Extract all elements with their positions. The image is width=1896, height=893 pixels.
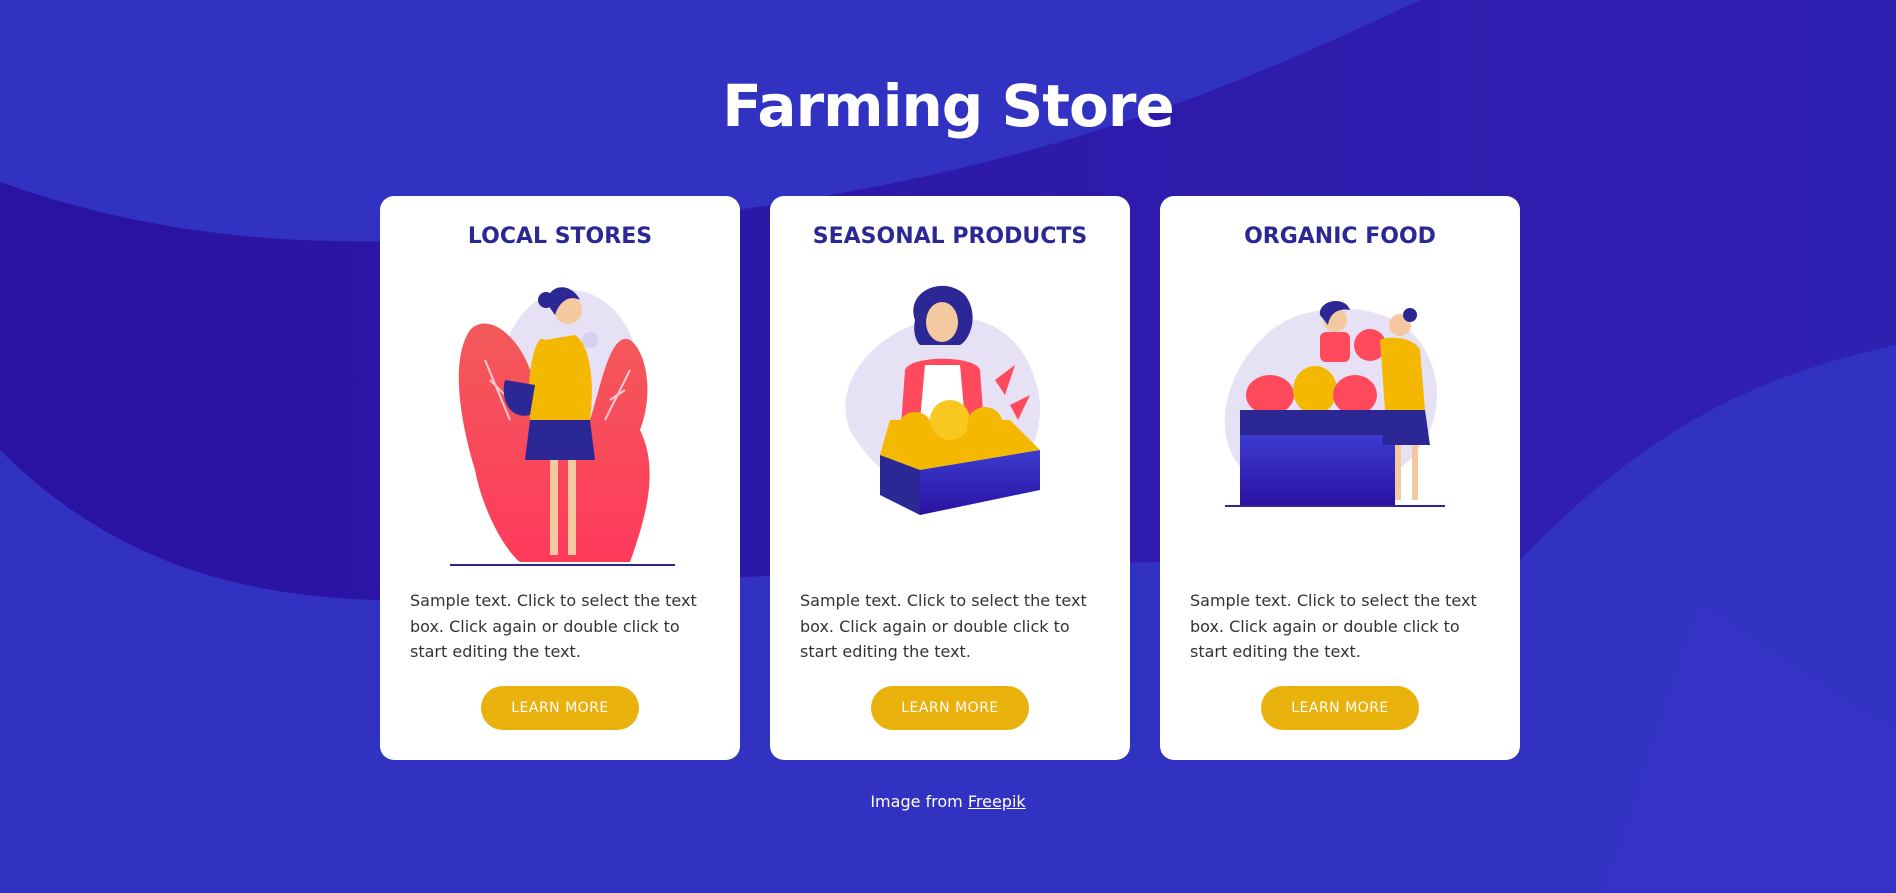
image-credit: Image from Freepik: [0, 792, 1896, 811]
card-seasonal-products: SEASONAL PRODUCTS Sample text. Click to …: [770, 196, 1130, 760]
cards-row: LOCAL STORES Sample text. Click to selec…: [380, 196, 1520, 760]
learn-more-button[interactable]: LEARN MORE: [871, 686, 1029, 730]
learn-more-button[interactable]: LEARN MORE: [481, 686, 639, 730]
credit-prefix: Image from: [870, 792, 968, 811]
learn-more-button[interactable]: LEARN MORE: [1261, 686, 1419, 730]
card-title: SEASONAL PRODUCTS: [812, 224, 1088, 249]
page-title: Farming Store: [722, 72, 1175, 140]
woman-shopping-icon: [450, 287, 675, 566]
card-organic-food: ORGANIC FOOD Sample text. Click to selec…: [1160, 196, 1520, 760]
farmer-with-box-icon: [845, 285, 1041, 515]
market-stall-icon: [1224, 300, 1445, 507]
freepik-link[interactable]: Freepik: [968, 792, 1026, 811]
card-title: ORGANIC FOOD: [1244, 224, 1436, 249]
card-text: Sample text. Click to select the text bo…: [410, 591, 697, 661]
card-title: LOCAL STORES: [467, 224, 653, 249]
card-text: Sample text. Click to select the text bo…: [800, 591, 1087, 661]
card-local-stores: LOCAL STORES Sample text. Click to selec…: [380, 196, 740, 760]
card-text: Sample text. Click to select the text bo…: [1190, 591, 1477, 661]
